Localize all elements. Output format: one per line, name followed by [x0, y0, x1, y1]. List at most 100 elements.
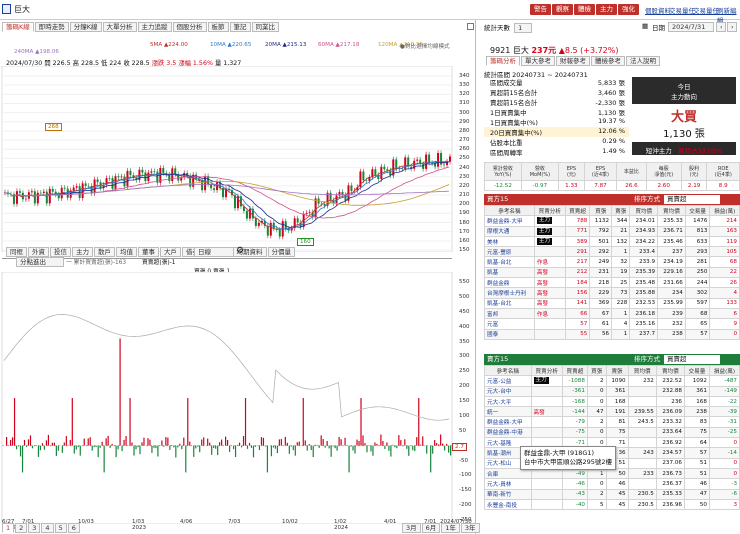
table-row[interactable]: 元富-豐原 291 292 1 233.4 237 293 105: [484, 246, 740, 258]
table-row[interactable]: 國泰 55 56 1 237.7 238 57 0: [484, 328, 740, 340]
right-tab-4[interactable]: 法人說明: [626, 56, 660, 66]
broker-name[interactable]: 元大-大平: [484, 395, 532, 408]
broker-name[interactable]: 元大-台中: [484, 385, 532, 397]
table-row[interactable]: 群益金鼎-大甲 -79 2 81 243.5 233.32 83 -31: [484, 416, 740, 428]
broker-name[interactable]: 華南-新竹: [484, 488, 532, 500]
buy-sort-select[interactable]: 買賣超: [664, 195, 720, 204]
table-row[interactable]: 華南-新竹 -43 2 45 230.5 235.33 47 -6: [484, 488, 740, 500]
indicator-tab-5[interactable]: 均值: [116, 247, 137, 257]
column-header[interactable]: 賣張: [611, 204, 631, 217]
broker-name[interactable]: 凱基-台北: [484, 297, 535, 309]
column-header[interactable]: 交易量: [684, 204, 711, 217]
broker-name[interactable]: 群益金鼎-大甲: [484, 215, 535, 227]
prev-icon[interactable]: ‹: [716, 22, 726, 32]
indicator-tab-7[interactable]: 大戶: [160, 247, 181, 257]
right-tab-1[interactable]: 單大參考: [521, 56, 555, 66]
right-tab-3[interactable]: 體檢參考: [591, 56, 625, 66]
indicator-tab-1[interactable]: 外資: [28, 247, 49, 257]
topbar-button-4[interactable]: 強化: [618, 4, 639, 15]
broker-name[interactable]: 永豐金-南投: [484, 498, 532, 511]
page-button-5[interactable]: 6: [67, 523, 80, 533]
column-header[interactable]: 買賣分析: [533, 204, 566, 217]
column-header[interactable]: 賣張: [605, 364, 629, 377]
chart-tab-7[interactable]: 筆記: [229, 22, 251, 32]
page-button-4[interactable]: 5: [54, 523, 67, 533]
topbar-link-0[interactable]: 個股資料: [645, 5, 671, 15]
page-button-3[interactable]: 4: [41, 523, 54, 533]
lock-icon[interactable]: [467, 23, 474, 30]
right-tab-2[interactable]: 財報參考: [556, 56, 590, 66]
broker-name[interactable]: 群益金鼎-中港: [484, 426, 532, 439]
range-button-0[interactable]: 3月: [402, 523, 421, 533]
indicator-tab-2[interactable]: 投信: [50, 247, 71, 257]
broker-name[interactable]: 元大-員林: [484, 478, 532, 490]
column-header[interactable]: 損益(萬): [709, 204, 740, 217]
broker-name[interactable]: 台灣摩根士丹利: [484, 287, 535, 299]
range-button-2[interactable]: 1年: [441, 523, 460, 533]
column-header[interactable]: 損益(萬): [708, 364, 740, 377]
table-row[interactable]: 群益金鼎 高發 184 218 25 235.48 231.66 244 26: [484, 277, 740, 289]
chart-tab-8[interactable]: 同業比: [251, 22, 280, 32]
broker-chart[interactable]: [0, 272, 476, 524]
page-button-2[interactable]: 3: [28, 523, 41, 533]
indicator-tab-6[interactable]: 董事: [138, 247, 159, 257]
table-row[interactable]: 摩根大通 主力 771 792 21 234.93 236.71 813 163: [484, 225, 740, 237]
broker-name[interactable]: 群益金鼎-大甲: [484, 416, 532, 428]
column-header[interactable]: 買均價: [627, 364, 657, 377]
broker-name[interactable]: 元富-豐原: [484, 246, 535, 258]
indicator-tab-4[interactable]: 散戶: [94, 247, 115, 257]
broker-name[interactable]: 元富: [484, 318, 535, 330]
column-header[interactable]: 買張: [589, 204, 613, 217]
broker-name[interactable]: 元富-公益: [484, 375, 532, 387]
right-tab-0[interactable]: 籌碼分析: [486, 56, 520, 66]
topbar-button-3[interactable]: 主力: [596, 4, 617, 15]
topbar-button-0[interactable]: 警告: [530, 4, 551, 15]
table-row[interactable]: 美林 主力 389 501 132 234.22 235.46 633 119: [484, 235, 740, 248]
broker-name[interactable]: 富邦: [484, 307, 535, 320]
table-row[interactable]: 群益金鼎-大甲 主力 788 1132 344 234.01 235.33 1476 214: [484, 215, 740, 227]
chart-tab-6[interactable]: 板節: [207, 22, 229, 32]
column-header[interactable]: 賣均價: [655, 364, 685, 377]
next-icon[interactable]: ›: [727, 22, 737, 32]
table-row[interactable]: 元富-公益 主力 -1088 2 1090 232 232.52 1092 -487: [484, 375, 740, 387]
chart-tab-3[interactable]: 大單分析: [102, 22, 137, 32]
indicator-tab-3[interactable]: 主力: [72, 247, 93, 257]
broker-name[interactable]: 美林: [484, 235, 535, 248]
settings-gear-icon[interactable]: ⚙: [236, 246, 244, 256]
indicator-tab-11[interactable]: 分價量: [267, 247, 295, 257]
table-row[interactable]: 統一 高發 -144 47 191 239.55 236.09 238 -39: [484, 406, 740, 418]
column-header[interactable]: 買賣分析: [530, 364, 563, 377]
table-row[interactable]: 元大-員林 -46 0 46 236.37 46 -3: [484, 478, 740, 490]
table-row[interactable]: 合庫 -49 1 50 233 236.73 51 0: [484, 467, 740, 480]
column-header[interactable]: 買張: [586, 364, 607, 377]
lower-select[interactable]: 分點進出: [16, 257, 64, 267]
sell-sort-select[interactable]: 買賣超: [664, 355, 720, 364]
broker-name[interactable]: 群益金鼎: [484, 277, 535, 289]
period-select[interactable]: 日線: [194, 247, 234, 257]
stats-days-select[interactable]: 1: [514, 23, 533, 33]
table-row[interactable]: 凱基 高發 212 231 19 235.39 229.16 250 22: [484, 266, 740, 279]
calendar-icon[interactable]: ▦: [642, 22, 648, 30]
broker-name[interactable]: 國泰: [484, 328, 535, 340]
topbar-button-1[interactable]: 觀察: [552, 4, 573, 15]
table-row[interactable]: 台灣摩根士丹利 高發 156 229 73 235.88 234 302 4: [484, 287, 740, 299]
column-header[interactable]: 買賣超: [564, 204, 591, 217]
broker-name[interactable]: 凱基: [484, 266, 535, 279]
topbar-button-2[interactable]: 體檢: [574, 4, 595, 15]
range-button-1[interactable]: 6月: [421, 523, 441, 533]
column-header[interactable]: 參考名稱: [484, 204, 535, 217]
column-header[interactable]: 買賣超: [561, 364, 588, 377]
broker-name[interactable]: 摩根大通: [484, 225, 535, 237]
chart-tab-4[interactable]: 主力追蹤: [137, 22, 172, 32]
table-row[interactable]: 凱基-台北 高發 141 369 228 232.53 235.99 597 133: [484, 297, 740, 309]
table-row[interactable]: 凱基-台北 作息 217 249 32 233.9 234.19 281 68: [484, 256, 740, 268]
chart-tab-0[interactable]: 籌碼K線: [2, 22, 34, 32]
column-header[interactable]: 交易量: [683, 364, 710, 377]
column-header[interactable]: 賣均價: [657, 204, 686, 217]
column-header[interactable]: 買均價: [629, 204, 659, 217]
range-button-3[interactable]: 3年: [460, 523, 480, 533]
broker-name[interactable]: 統一: [484, 406, 532, 418]
table-row[interactable]: 富邦 作息 66 67 1 236.18 239 68 6: [484, 307, 740, 320]
broker-name[interactable]: 合庫: [484, 467, 532, 480]
chart-tab-1[interactable]: 即時走勢: [34, 22, 69, 32]
